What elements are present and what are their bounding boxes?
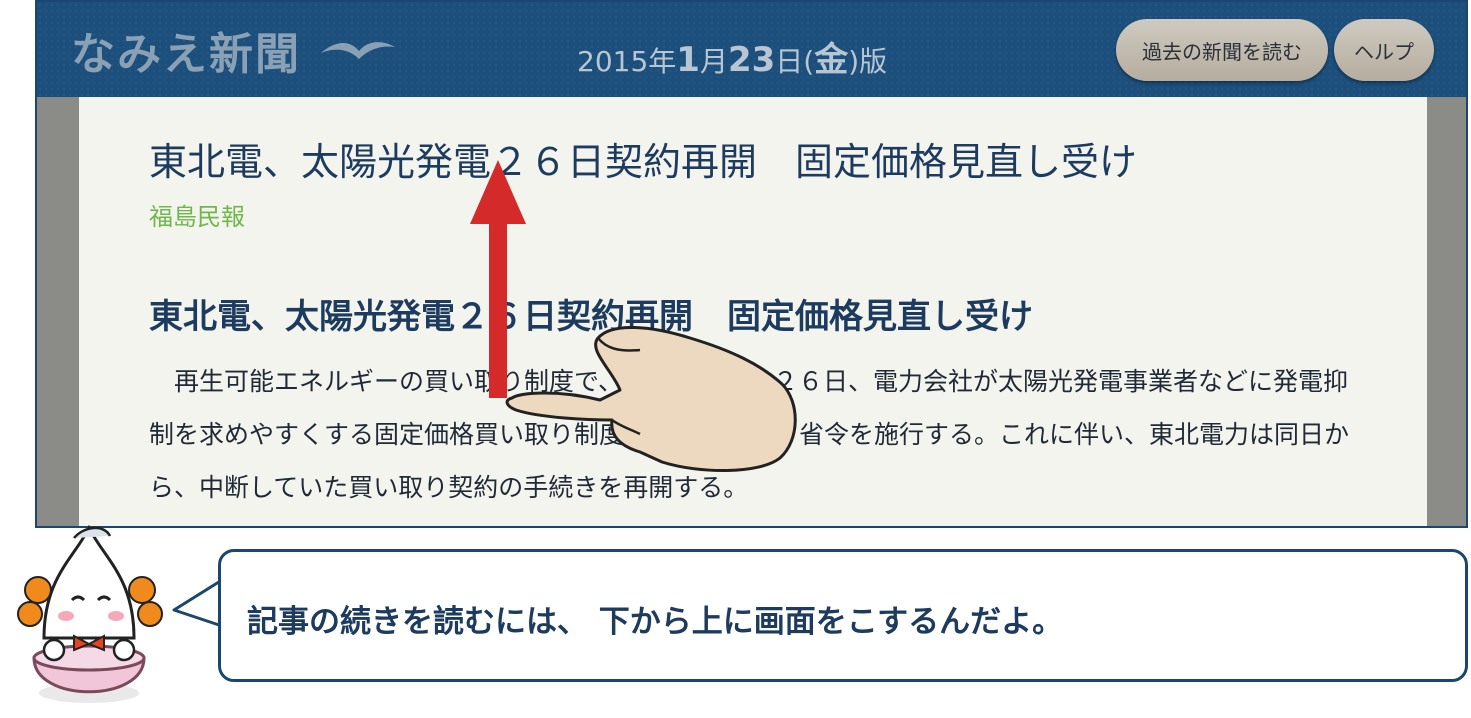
guide-message: 記事の続きを読むには、 下から上に画面をこするんだよ。 (247, 604, 1064, 640)
logo: なみえ新聞 (71, 20, 397, 80)
article-body: 再生可能エネルギーの買い取り制度で、経済産業省は２６日、電力会社が太陽光発電事業… (149, 355, 1350, 526)
article-headline: 東北電、太陽光発電２６日契約再開 固定価格見直し受け (149, 140, 1138, 184)
bubble-tail (172, 578, 223, 628)
seagull-icon (321, 42, 395, 59)
logo-text: なみえ新聞 (71, 29, 301, 80)
help-button[interactable]: ヘルプ (1334, 19, 1434, 81)
article-paragraph: 接続可能量を超えている東北電力は新制度で「指定電気事業者」として太陽光発電事業者 (149, 514, 1349, 526)
edition-date: 2015年1月23日(金)版 (577, 40, 888, 80)
header-bar: なみえ新聞 2015年1月23日(金)版 過去の新聞を読む ヘルプ (37, 2, 1466, 97)
mascot-icon (17, 524, 163, 703)
past-newspapers-button[interactable]: 過去の新聞を読む (1116, 19, 1328, 81)
article-source: 福島民報 (149, 203, 245, 231)
guide-speech-bubble: 記事の続きを読むには、 下から上に画面をこするんだよ。 (218, 549, 1468, 682)
newspaper-app: なみえ新聞 2015年1月23日(金)版 過去の新聞を読む ヘルプ 東北電、太陽… (35, 0, 1468, 528)
article-subhead: 東北電、太陽光発電２６日契約再開 固定価格見直し受け (149, 297, 1033, 337)
article-paragraph: 再生可能エネルギーの買い取り制度で、経済産業省は２６日、電力会社が太陽光発電事業… (149, 367, 1350, 502)
article-page[interactable]: 東北電、太陽光発電２６日契約再開 固定価格見直し受け 福島民報 東北電、太陽光発… (79, 97, 1427, 526)
